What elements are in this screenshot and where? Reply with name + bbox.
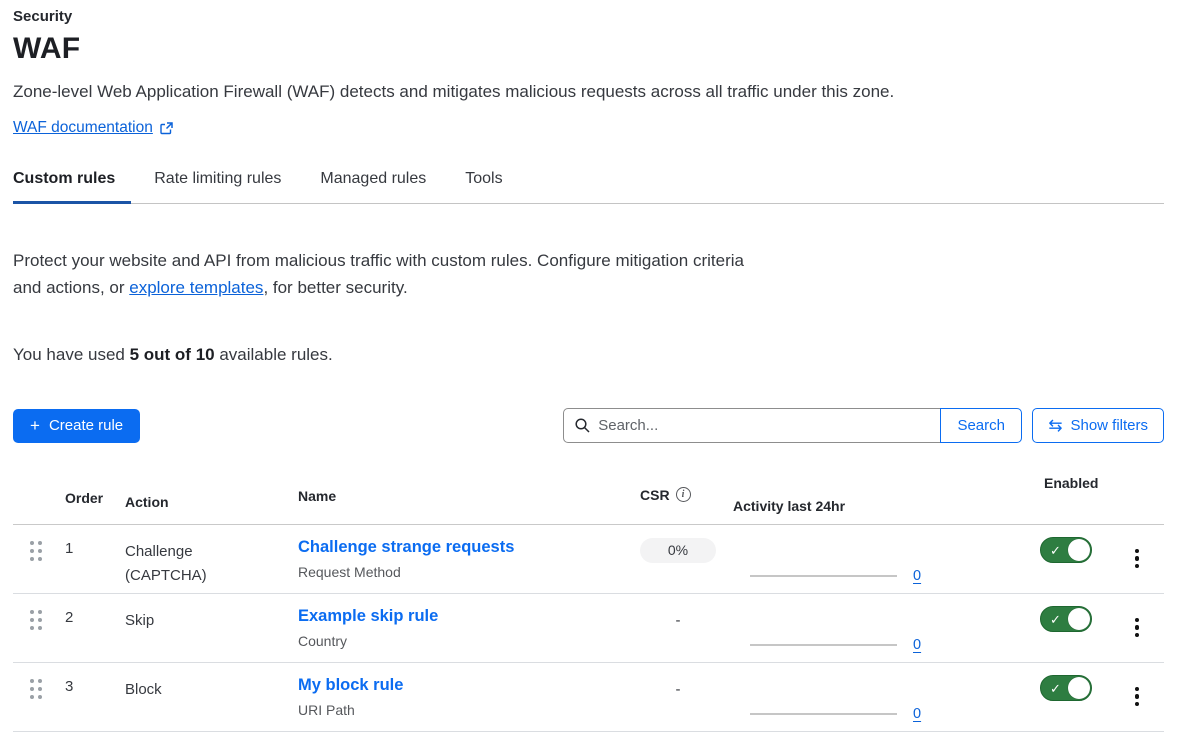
check-icon: ✓ [1050,680,1061,697]
enabled-toggle[interactable]: ✓ [1040,675,1092,701]
rule-field: URI Path [298,702,640,718]
activity-sparkline [750,644,897,646]
tab-custom-rules[interactable]: Custom rules [13,170,131,204]
show-filters-label: Show filters [1070,417,1148,434]
rule-action: Block [125,663,298,731]
rule-action: Challenge (CAPTCHA) [125,525,298,593]
table-header-row: Order Action Name CSR i Activity last 24… [13,469,1164,525]
activity-sparkline [750,575,897,577]
waf-documentation-link[interactable]: WAF documentation [13,119,174,137]
search-button[interactable]: Search [940,408,1022,443]
drag-handle-icon[interactable] [30,610,42,630]
create-rule-button[interactable]: + Create rule [13,409,140,443]
drag-handle-icon[interactable] [30,541,42,561]
create-rule-label: Create rule [49,417,123,434]
csr-value: - [640,676,716,698]
header-action: Action [125,475,298,514]
search-icon [574,417,591,434]
header-order: Order [65,475,125,514]
plus-icon: + [30,417,40,434]
intro-text: Protect your website and API from malici… [13,247,755,301]
rule-name-link[interactable]: Example skip rule [298,607,438,625]
usage-count: 5 out of 10 [130,345,215,364]
enabled-toggle[interactable]: ✓ [1040,537,1092,563]
waf-documentation-label: WAF documentation [13,119,153,137]
rule-name-link[interactable]: My block rule [298,676,403,694]
activity-count-link[interactable]: 0 [913,637,921,653]
activity-count-link[interactable]: 0 [913,706,921,722]
tab-rate-limiting-rules[interactable]: Rate limiting rules [154,170,297,204]
kebab-menu-icon[interactable] [1129,685,1146,709]
kebab-menu-icon[interactable] [1129,616,1146,640]
swap-arrows-icon: ⇆ [1048,417,1062,434]
tab-bar: Custom rules Rate limiting rules Managed… [13,170,1164,204]
drag-handle-icon[interactable] [30,679,42,699]
tab-tools[interactable]: Tools [465,170,518,204]
table-row: 2 Skip Example skip rule Country - 0 ✓ [13,594,1164,663]
search-input[interactable] [563,408,941,443]
waf-page: Security WAF Zone-level Web Application … [0,0,1177,732]
rule-order: 2 [65,594,125,662]
tab-managed-rules[interactable]: Managed rules [320,170,442,204]
rules-table: Order Action Name CSR i Activity last 24… [13,469,1164,732]
activity-count-link[interactable]: 0 [913,568,921,584]
toolbar: + Create rule Search ⇆ Show filters [13,408,1164,443]
rule-action: Skip [125,594,298,662]
kebab-menu-icon[interactable] [1129,547,1146,571]
search-area: Search ⇆ Show filters [563,408,1164,443]
external-link-icon [159,121,174,136]
usage-text: You have used 5 out of 10 available rule… [13,345,1164,365]
activity-sparkline [750,713,897,715]
csr-value: - [640,607,716,629]
header-name: Name [298,475,640,514]
csr-badge: 0% [640,538,716,563]
header-enabled: Enabled [1040,475,1110,514]
page-description: Zone-level Web Application Firewall (WAF… [13,82,1164,102]
header-activity: Activity last 24hr [733,475,1040,514]
show-filters-button[interactable]: ⇆ Show filters [1032,408,1164,443]
rule-name-link[interactable]: Challenge strange requests [298,538,514,556]
rule-field: Country [298,633,640,649]
check-icon: ✓ [1050,611,1061,628]
rule-field: Request Method [298,564,640,580]
header-csr: CSR i [640,475,733,514]
table-row: 3 Block My block rule URI Path - 0 ✓ [13,663,1164,732]
enabled-toggle[interactable]: ✓ [1040,606,1092,632]
breadcrumb: Security [13,8,1164,25]
rule-order: 3 [65,663,125,731]
table-row: 1 Challenge (CAPTCHA) Challenge strange … [13,525,1164,594]
rule-order: 1 [65,525,125,593]
explore-templates-link[interactable]: explore templates [129,278,263,297]
csr-info-icon[interactable]: i [676,487,691,502]
page-title: WAF [13,32,1164,66]
check-icon: ✓ [1050,542,1061,559]
